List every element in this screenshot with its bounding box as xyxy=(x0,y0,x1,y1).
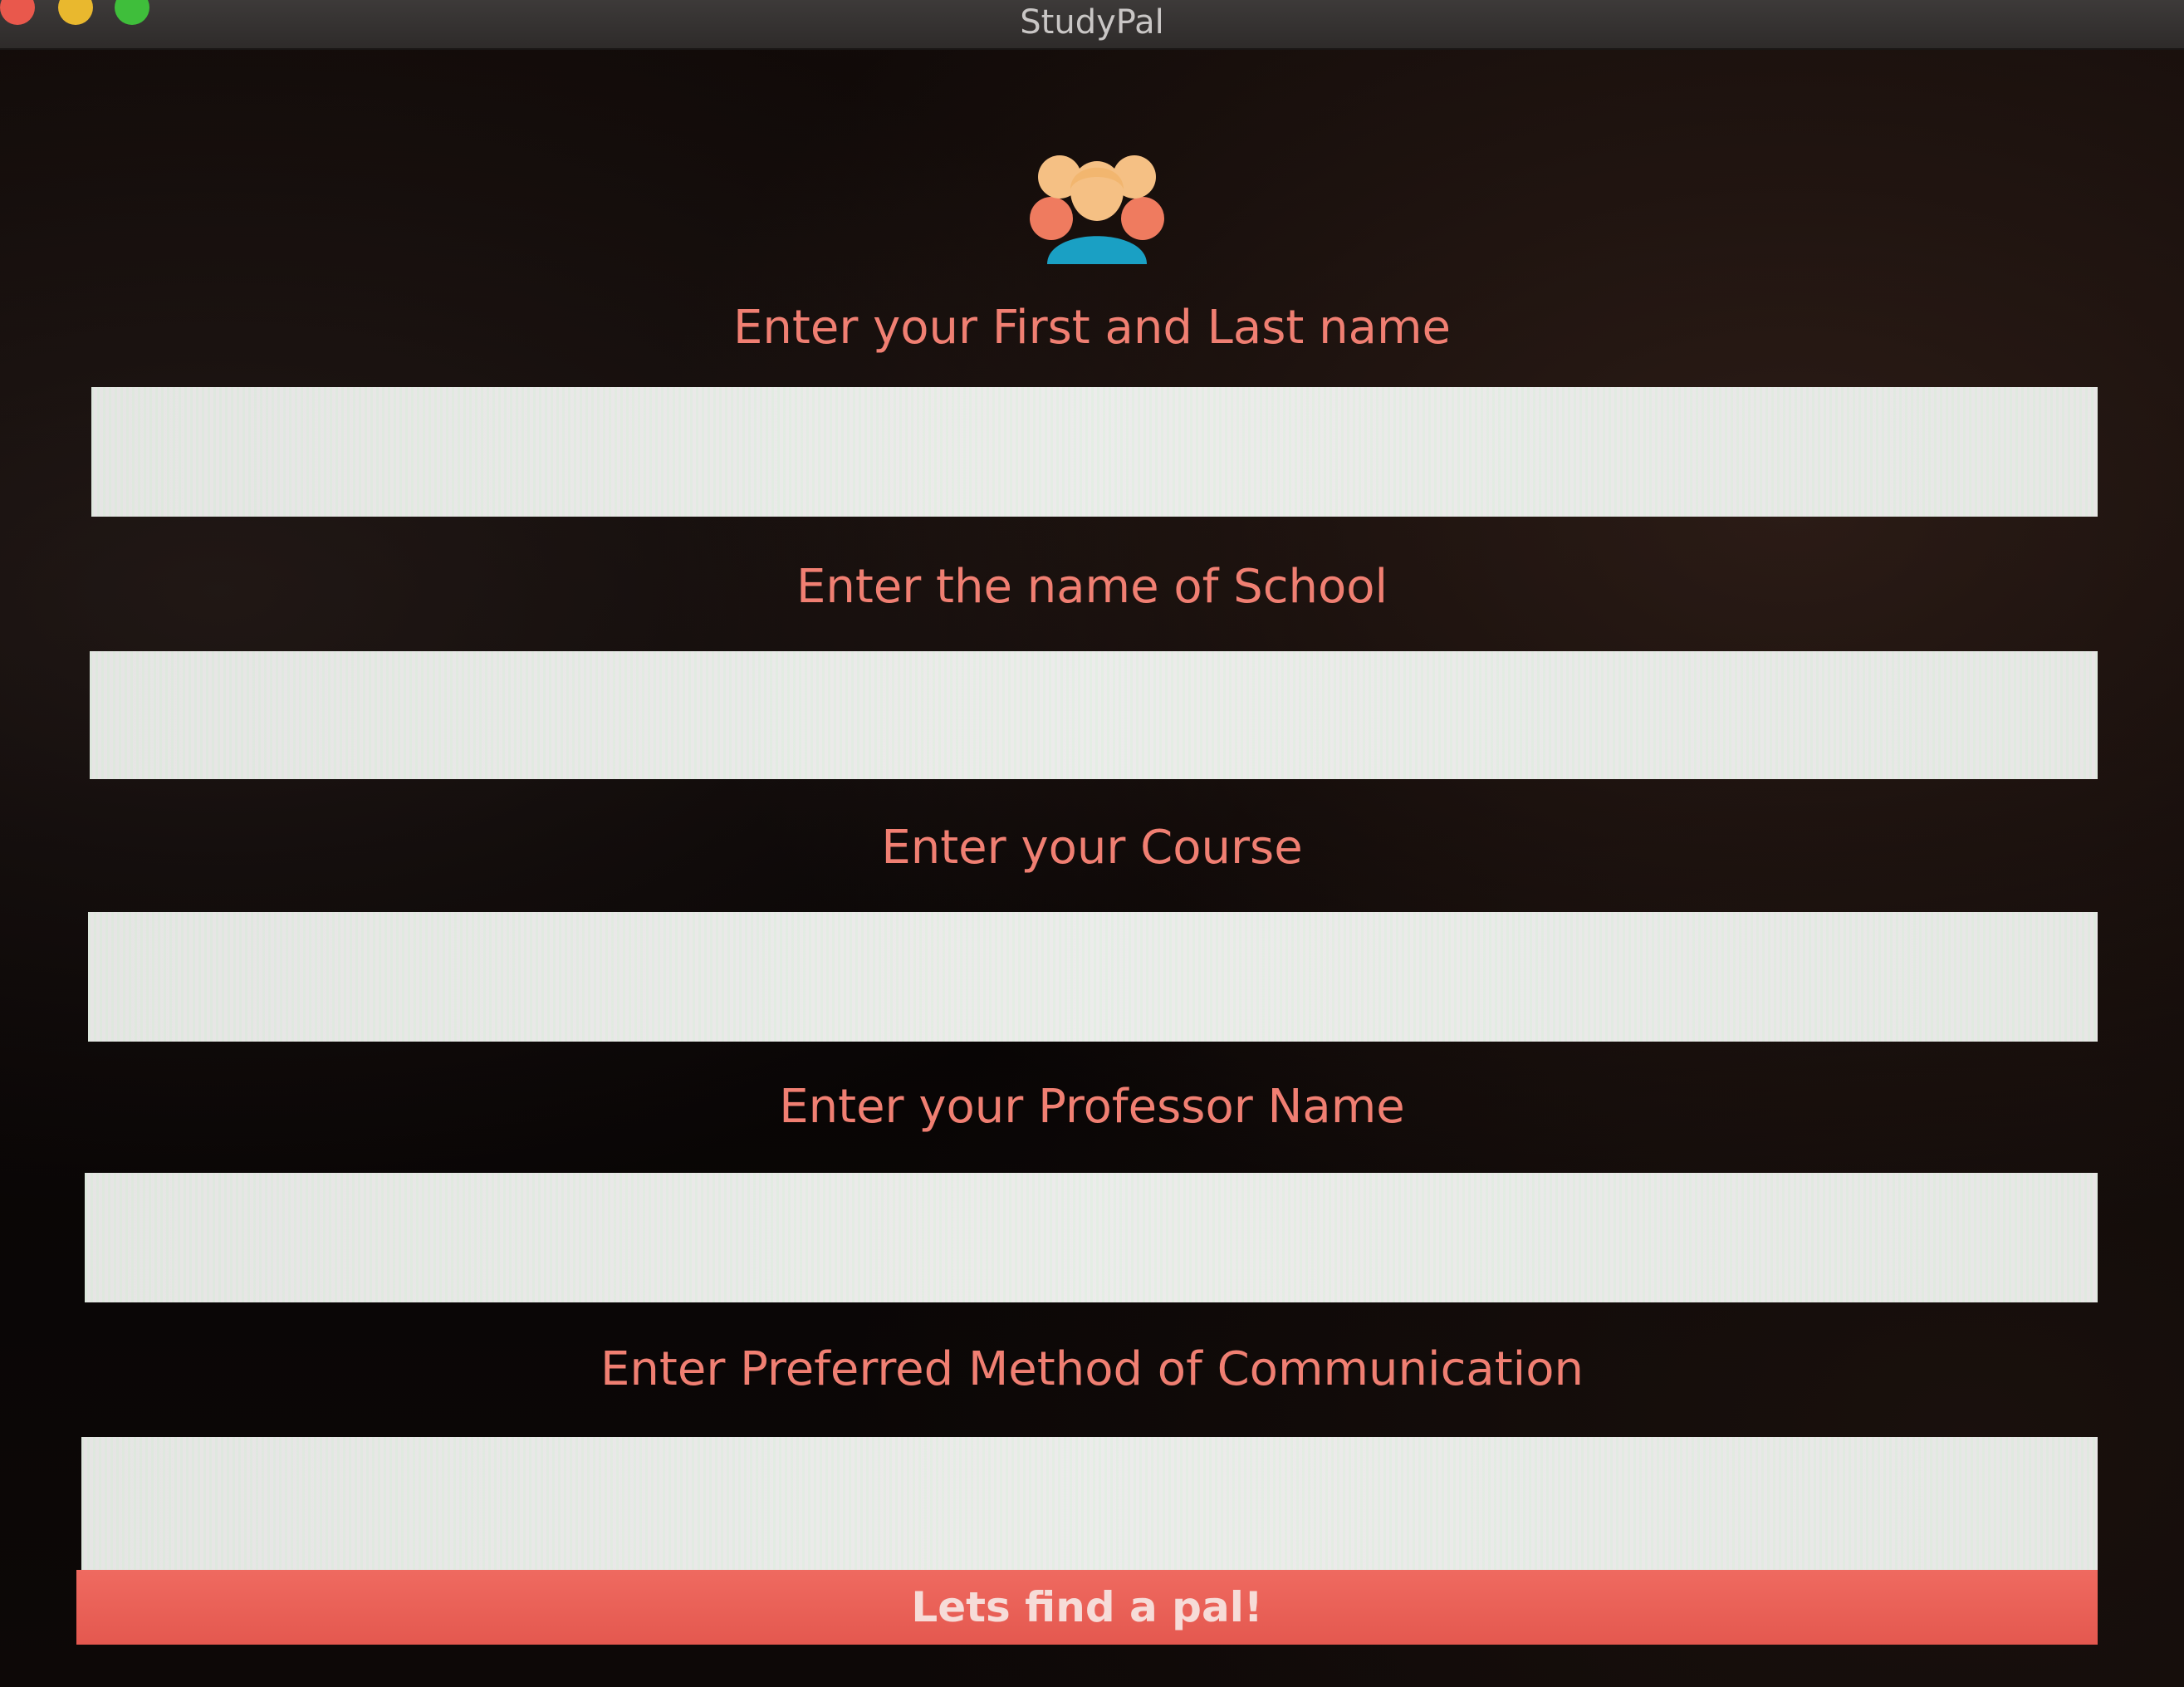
group-people-icon xyxy=(1030,155,1164,264)
name-input[interactable] xyxy=(91,387,2098,517)
communication-input[interactable] xyxy=(81,1437,2098,1570)
title-bar: StudyPal xyxy=(0,0,2184,50)
course-input[interactable] xyxy=(88,912,2098,1042)
course-field-label: Enter your Course xyxy=(881,821,1303,875)
name-field-label: Enter your First and Last name xyxy=(733,301,1451,355)
school-input[interactable] xyxy=(90,651,2098,779)
find-pal-button[interactable]: Lets find a pal! xyxy=(76,1570,2098,1645)
school-field-label: Enter the name of School xyxy=(796,560,1388,614)
professor-input[interactable] xyxy=(85,1173,2098,1302)
window-title: StudyPal xyxy=(1020,3,1164,42)
communication-field-label: Enter Preferred Method of Communication xyxy=(600,1342,1584,1396)
professor-field-label: Enter your Professor Name xyxy=(779,1080,1405,1134)
app-window: StudyPal Enter your First and Last name … xyxy=(0,0,2184,1687)
